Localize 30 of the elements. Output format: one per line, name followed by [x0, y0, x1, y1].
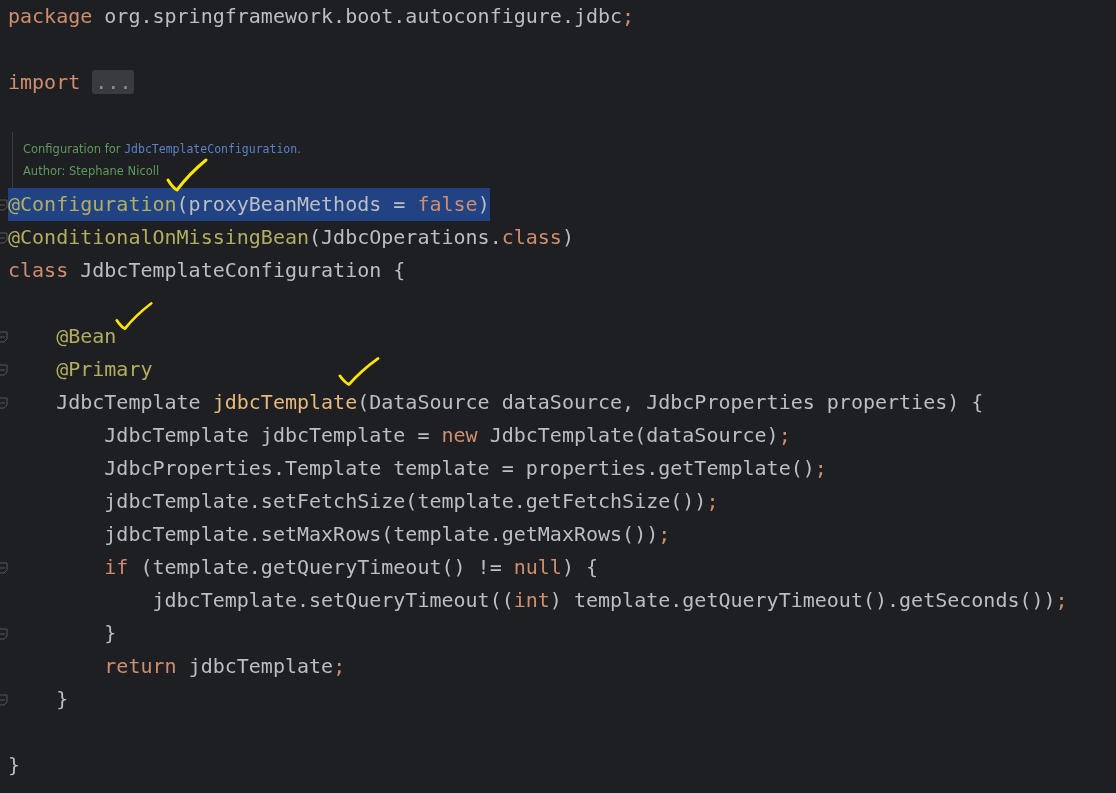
check-mark-icon [114, 300, 154, 332]
fold-icon[interactable] [0, 231, 8, 244]
code-line: if (template.getQueryTimeout() != null) { [103, 554, 599, 581]
code-line: } [103, 620, 117, 647]
code-line: package org.springframework.boot.autoconfigure.jdbc; [8, 3, 635, 30]
code-line: JdbcTemplate jdbcTemplate = new JdbcTemplate(dataSource); [103, 422, 791, 449]
code-line: jdbcTemplate.setFetchSize(template.getFetchSize()); [103, 488, 719, 515]
check-mark-icon [337, 355, 381, 388]
code-line: JdbcTemplate jdbcTemplate(DataSource dataSource, JdbcProperties properties) { [55, 389, 984, 416]
code-line: } [55, 686, 69, 713]
code-line: jdbcTemplate.setMaxRows(template.getMaxRows()); [103, 521, 671, 548]
fold-icon[interactable] [0, 561, 8, 574]
code-line: @Bean [55, 323, 117, 350]
fold-icon[interactable] [0, 396, 8, 409]
doc-comment-text: Configuration for JdbcTemplateConfiguration. [23, 142, 302, 156]
code-line: jdbcTemplate.setQueryTimeout((int) template.getQueryTimeout().getSeconds()); [151, 587, 1068, 614]
code-line: class JdbcTemplateConfiguration { [8, 257, 406, 284]
fold-icon[interactable] [0, 330, 8, 343]
code-line: } [8, 752, 21, 779]
doc-comment-text: Author: Stephane Nicoll [23, 164, 161, 178]
check-mark-icon [165, 156, 209, 194]
fold-icon[interactable] [0, 198, 8, 211]
code-line: @ConditionalOnMissingBean(JdbcOperations.class) [8, 224, 574, 251]
fold-icon[interactable] [0, 693, 8, 706]
fold-icon[interactable] [0, 627, 8, 640]
code-line: import ... [8, 66, 135, 99]
code-line: @Primary [55, 356, 153, 383]
code-line: return jdbcTemplate; [103, 653, 346, 680]
code-line: JdbcProperties.Template template = properties.getTemplate(); [103, 455, 827, 482]
fold-icon[interactable] [0, 363, 8, 376]
